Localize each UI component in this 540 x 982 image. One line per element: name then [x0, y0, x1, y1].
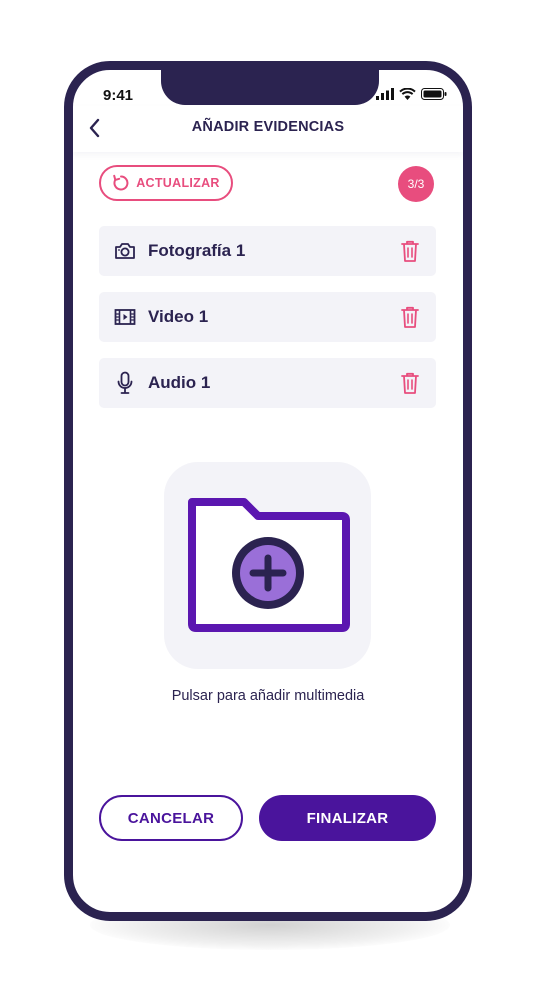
page-title: AÑADIR EVIDENCIAS: [191, 119, 345, 135]
refresh-icon: [113, 174, 129, 191]
add-media-tile[interactable]: [164, 462, 371, 669]
phone-frame: 9:41 AÑADIR EVIDENCIAS ACTUALIZAR 3/3 Fo…: [64, 61, 472, 921]
evidence-label: Fotografía 1: [148, 241, 246, 260]
evidence-item-video[interactable]: Video 1: [99, 292, 436, 342]
trash-icon[interactable]: [399, 239, 421, 263]
add-media-caption: Pulsar para añadir multimedia: [171, 688, 365, 704]
trash-icon[interactable]: [399, 371, 421, 395]
refresh-label: ACTUALIZAR: [136, 176, 220, 190]
app-header: AÑADIR EVIDENCIAS: [73, 106, 463, 152]
cancel-button[interactable]: CANCELAR: [99, 795, 243, 841]
evidence-counter-badge: 3/3: [398, 166, 434, 202]
evidence-label: Video 1: [148, 307, 209, 326]
signal-icon: [376, 88, 394, 100]
refresh-button[interactable]: ACTUALIZAR: [99, 165, 233, 201]
phone-notch: [161, 70, 379, 105]
battery-icon: [421, 88, 447, 100]
microphone-icon: [114, 371, 136, 395]
evidence-label: Audio 1: [148, 373, 211, 392]
finish-button[interactable]: FINALIZAR: [259, 795, 436, 841]
wifi-icon: [399, 88, 416, 100]
trash-icon[interactable]: [399, 305, 421, 329]
evidence-item-photo[interactable]: Fotografía 1: [99, 226, 436, 276]
folder-add-icon: [188, 498, 350, 632]
camera-icon: [114, 239, 136, 263]
status-time: 9:41: [103, 87, 134, 104]
film-icon: [114, 305, 136, 329]
evidence-item-audio[interactable]: Audio 1: [99, 358, 436, 408]
status-icons: [376, 88, 447, 100]
